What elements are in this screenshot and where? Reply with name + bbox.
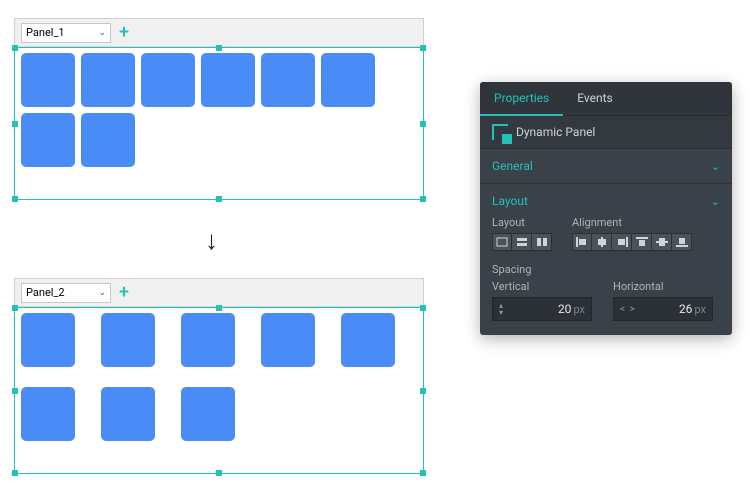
tile[interactable] (21, 313, 75, 367)
tile[interactable] (101, 313, 155, 367)
tile[interactable] (81, 113, 135, 167)
horizontal-arrows-icon[interactable]: < > (620, 304, 636, 315)
add-state-button[interactable]: + (119, 284, 129, 302)
add-state-button[interactable]: + (119, 24, 129, 42)
align-bottom-button[interactable] (672, 233, 692, 251)
chevron-down-icon: ⌄ (98, 28, 106, 38)
panel-2[interactable]: Panel_2 ⌄ + (14, 278, 424, 474)
inspector-tabs: Properties Events (480, 82, 732, 116)
horizontal-label: Horizontal (613, 280, 720, 293)
resize-handle[interactable] (420, 470, 426, 476)
panel-toolbar: Panel_1 ⌄ + (15, 19, 423, 47)
tile[interactable] (341, 313, 395, 367)
align-right-button[interactable] (612, 233, 632, 251)
align-vcenter-button[interactable] (652, 233, 672, 251)
layout-free-button[interactable] (492, 233, 512, 251)
properties-panel: Properties Events Dynamic Panel General … (480, 82, 732, 335)
tile[interactable] (101, 387, 155, 441)
section-layout-header[interactable]: Layout ⌄ (492, 192, 720, 210)
chevron-down-icon: ⌄ (711, 195, 720, 208)
resize-handle[interactable] (420, 196, 426, 202)
panel-toolbar: Panel_2 ⌄ + (15, 279, 423, 307)
layout-vertical-button[interactable] (512, 233, 532, 251)
panel-state-label: Panel_1 (26, 26, 65, 39)
resize-handle[interactable] (216, 470, 222, 476)
tile[interactable] (141, 53, 195, 107)
resize-handle[interactable] (216, 196, 222, 202)
tile[interactable] (201, 53, 255, 107)
layout-label: Layout (492, 216, 552, 229)
panel-state-select[interactable]: Panel_1 ⌄ (21, 23, 111, 43)
panel-body (15, 307, 423, 447)
layout-horizontal-button[interactable] (532, 233, 552, 251)
section-layout: Layout ⌄ Layout Alignment (480, 184, 732, 335)
tab-events[interactable]: Events (563, 82, 627, 115)
tile[interactable] (81, 53, 135, 107)
tile[interactable] (21, 53, 75, 107)
alignment-label: Alignment (572, 216, 692, 229)
tile[interactable] (181, 313, 235, 367)
panel-body (15, 47, 423, 173)
panel-1[interactable]: Panel_1 ⌄ + (14, 18, 424, 200)
chevron-down-icon: ⌄ (711, 160, 720, 173)
arrow-down-icon: ↓ (205, 225, 218, 256)
section-general-header[interactable]: General ⌄ (492, 157, 720, 175)
tile[interactable] (21, 387, 75, 441)
chevron-down-icon: ⌄ (98, 288, 106, 298)
vertical-spacing-input[interactable]: ▴▾ 20px (492, 297, 592, 321)
tile[interactable] (321, 53, 375, 107)
layout-buttons (492, 233, 552, 251)
resize-handle[interactable] (12, 196, 18, 202)
section-general: General ⌄ (480, 149, 732, 184)
alignment-buttons (572, 233, 692, 251)
tab-properties[interactable]: Properties (480, 82, 563, 116)
align-top-button[interactable] (632, 233, 652, 251)
align-left-button[interactable] (572, 233, 592, 251)
tile[interactable] (181, 387, 235, 441)
object-header: Dynamic Panel (480, 116, 732, 149)
panel-state-select[interactable]: Panel_2 ⌄ (21, 283, 111, 303)
horizontal-spacing-input[interactable]: < > 26px (613, 297, 713, 321)
tile[interactable] (21, 113, 75, 167)
resize-handle[interactable] (12, 470, 18, 476)
spacing-label: Spacing (492, 263, 720, 276)
tile[interactable] (261, 313, 315, 367)
align-hcenter-button[interactable] (592, 233, 612, 251)
dynamic-panel-icon (492, 124, 508, 140)
panel-state-label: Panel_2 (26, 286, 65, 299)
vertical-label: Vertical (492, 280, 599, 293)
stepper-arrows-icon[interactable]: ▴▾ (499, 302, 503, 316)
object-name: Dynamic Panel (516, 125, 595, 139)
tile[interactable] (261, 53, 315, 107)
